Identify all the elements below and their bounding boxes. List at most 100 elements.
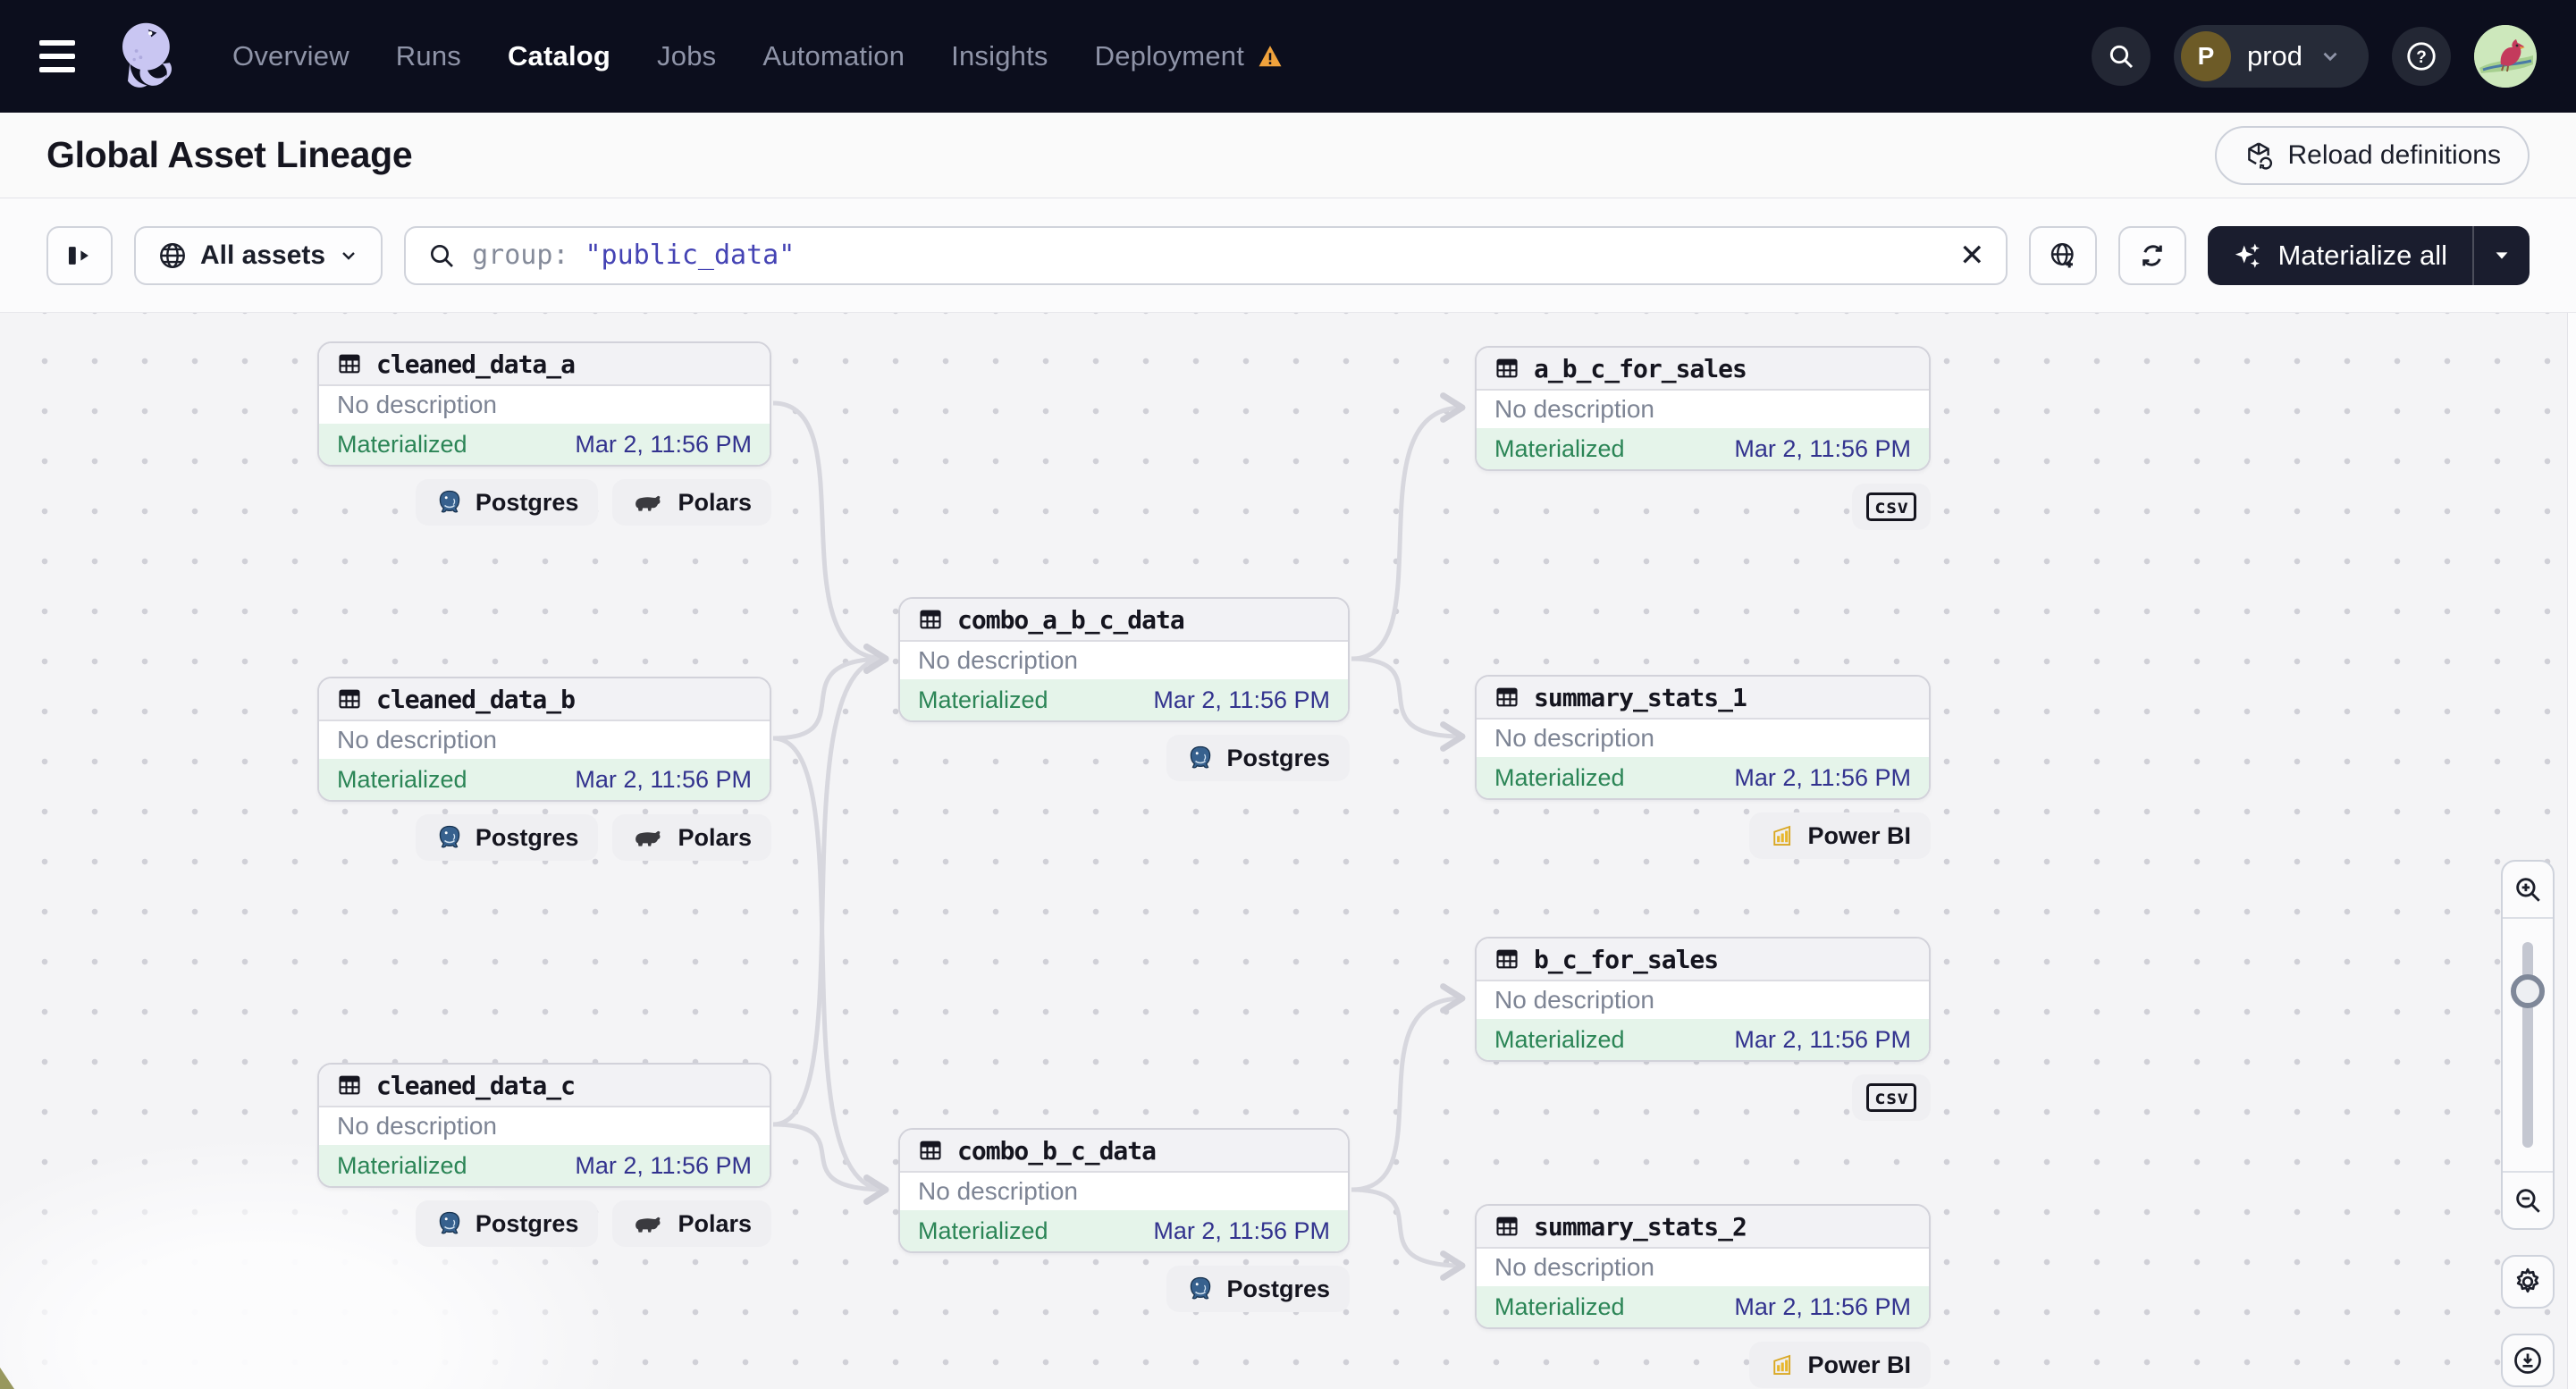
- asset-name: cleaned_data_b: [376, 685, 575, 714]
- dagster-logo-icon: [114, 19, 184, 94]
- asset-status: Materialized: [918, 1217, 1048, 1245]
- caret-down-icon: [2492, 246, 2512, 265]
- asset-timestamp[interactable]: Mar 2, 11:56 PM: [575, 1152, 752, 1180]
- asset-timestamp[interactable]: Mar 2, 11:56 PM: [1734, 764, 1911, 792]
- lineage-edge-cleaned_data_a-to-combo_a_b_c_data: [773, 403, 886, 659]
- zoom-out-button[interactable]: [2503, 1171, 2553, 1228]
- lineage-graph-canvas[interactable]: cleaned_data_aNo descriptionMaterialized…: [0, 313, 2576, 1389]
- asset-timestamp[interactable]: Mar 2, 11:56 PM: [1153, 1217, 1330, 1245]
- asset-node-combo_b_c_data[interactable]: combo_b_c_data No description Materialized…: [898, 1128, 1350, 1253]
- zoom-in-button[interactable]: [2503, 862, 2553, 919]
- refresh-button[interactable]: [2118, 226, 2186, 285]
- globe-icon: [157, 240, 188, 271]
- kind-tag-label: Postgres: [476, 489, 579, 517]
- nav-item-deployment[interactable]: Deployment: [1095, 40, 1284, 72]
- zoom-slider-thumb[interactable]: [2511, 974, 2545, 1008]
- nav-item-runs[interactable]: Runs: [396, 40, 461, 72]
- reload-definitions-button[interactable]: Reload definitions: [2215, 126, 2530, 185]
- materialize-options-button[interactable]: [2474, 226, 2530, 285]
- csv-icon: csv: [1866, 1083, 1916, 1112]
- reload-definitions-label: Reload definitions: [2288, 140, 2502, 171]
- help-button[interactable]: ?: [2392, 27, 2451, 86]
- nav-item-catalog[interactable]: Catalog: [508, 40, 610, 72]
- zoom-slider[interactable]: [2503, 919, 2553, 1171]
- asset-node-a_b_c_for_sales[interactable]: a_b_c_for_salesNo descriptionMaterialize…: [1475, 346, 1931, 471]
- search-query-value: "public_data": [585, 240, 795, 271]
- materialize-all-button[interactable]: Materialize all: [2208, 226, 2530, 285]
- asset-node-summary_stats_2[interactable]: summary_stats_2No descriptionMaterialize…: [1475, 1204, 1931, 1329]
- asset-status-row: MaterializedMar 2, 11:56 PM: [1477, 428, 1929, 469]
- kind-tag-postgres: Postgres: [1166, 1266, 1350, 1312]
- kind-tag-postgres: Postgres: [416, 1200, 599, 1247]
- asset-name: combo_b_c_data: [957, 1136, 1156, 1166]
- graph-settings-button[interactable]: [2501, 1255, 2555, 1309]
- asset-timestamp[interactable]: Mar 2, 11:56 PM: [575, 766, 752, 794]
- asset-timestamp[interactable]: Mar 2, 11:56 PM: [1734, 1293, 1911, 1321]
- nav-item-label: Runs: [396, 40, 461, 72]
- new-asset-group-button[interactable]: [2029, 226, 2097, 285]
- asset-description: No description: [900, 1173, 1348, 1210]
- lineage-edge-cleaned_data_b-to-combo_a_b_c_data: [773, 659, 886, 738]
- kind-tag-label: Postgres: [1226, 745, 1330, 772]
- page-header: Global Asset Lineage Reload definitions: [0, 113, 2576, 198]
- asset-status: Materialized: [337, 1152, 467, 1180]
- asset-name: cleaned_data_c: [376, 1071, 575, 1100]
- asset-kind-tags: csv: [1475, 1074, 1931, 1121]
- asset-node-header: cleaned_data_c: [319, 1065, 770, 1107]
- asset-kind-tags: Power BI: [1475, 1342, 1931, 1388]
- lineage-edge-cleaned_data_c-to-combo_a_b_c_data: [773, 659, 886, 1124]
- deployment-switcher[interactable]: P prod: [2174, 25, 2369, 88]
- asset-timestamp[interactable]: Mar 2, 11:56 PM: [1153, 686, 1330, 714]
- asset-description: No description: [900, 642, 1348, 679]
- download-image-button[interactable]: [2501, 1334, 2555, 1387]
- postgres-icon: [1186, 744, 1215, 772]
- asset-search-input[interactable]: group:"public_data" ✕: [404, 226, 2008, 285]
- csv-icon: csv: [1866, 492, 1916, 521]
- asset-node-header: a_b_c_for_sales: [1477, 348, 1929, 391]
- asset-description: No description: [1477, 720, 1929, 757]
- zoom-in-icon: [2513, 874, 2543, 905]
- toggle-sidebar-button[interactable]: [46, 226, 113, 285]
- nav-item-jobs[interactable]: Jobs: [657, 40, 716, 72]
- view-controls: [2501, 860, 2555, 1387]
- asset-name: a_b_c_for_sales: [1534, 354, 1747, 383]
- asset-status: Materialized: [918, 686, 1048, 714]
- kind-tag-power-bi: Power BI: [1749, 1342, 1931, 1388]
- table-icon: [918, 607, 943, 632]
- asset-kind-tags: Postgres Polars: [317, 1200, 771, 1247]
- kind-tag-polars: Polars: [612, 814, 771, 861]
- asset-description: No description: [319, 386, 770, 424]
- asset-node-cleaned_data_a[interactable]: cleaned_data_aNo descriptionMaterialized…: [317, 341, 771, 467]
- asset-timestamp[interactable]: Mar 2, 11:56 PM: [1734, 1026, 1911, 1054]
- refresh-icon: [2136, 240, 2168, 272]
- nav-item-label: Overview: [232, 40, 349, 72]
- kind-tag-csv: csv: [1852, 1074, 1931, 1121]
- asset-timestamp[interactable]: Mar 2, 11:56 PM: [1734, 435, 1911, 463]
- asset-node-header: summary_stats_1: [1477, 677, 1929, 720]
- asset-node-summary_stats_1[interactable]: summary_stats_1No descriptionMaterialize…: [1475, 675, 1931, 800]
- asset-node-cleaned_data_c[interactable]: cleaned_data_c No description Materialized…: [317, 1063, 771, 1188]
- asset-node-header: combo_a_b_c_data: [900, 599, 1348, 642]
- lineage-edge-combo_a_b_c_data-to-a_b_c_for_sales: [1351, 408, 1462, 659]
- lineage-edge-cleaned_data_b-to-combo_b_c_data: [773, 738, 886, 1190]
- nav-item-insights[interactable]: Insights: [951, 40, 1048, 72]
- hamburger-menu-icon[interactable]: [39, 31, 89, 81]
- user-avatar[interactable]: [2474, 25, 2537, 88]
- asset-scope-dropdown[interactable]: All assets: [134, 226, 383, 285]
- nav-item-automation[interactable]: Automation: [762, 40, 905, 72]
- asset-node-cleaned_data_b[interactable]: cleaned_data_b No description Materialized…: [317, 677, 771, 802]
- sparkles-icon: [2233, 240, 2263, 271]
- zoom-panel: [2501, 860, 2555, 1230]
- kind-tag-label: Polars: [678, 1210, 752, 1238]
- asset-node-b_c_for_sales[interactable]: b_c_for_salesNo descriptionMaterializedM…: [1475, 937, 1931, 1062]
- asset-node-combo_a_b_c_data[interactable]: combo_a_b_c_dataNo description Materializ…: [898, 597, 1350, 722]
- asset-timestamp[interactable]: Mar 2, 11:56 PM: [575, 431, 752, 459]
- global-search-button[interactable]: [2092, 27, 2151, 86]
- clear-search-button[interactable]: ✕: [1959, 238, 1985, 274]
- powerbi-icon: [1769, 1351, 1796, 1378]
- asset-description: No description: [319, 721, 770, 759]
- nav-item-overview[interactable]: Overview: [232, 40, 349, 72]
- zoom-slider-track[interactable]: [2522, 942, 2533, 1148]
- asset-status: Materialized: [337, 766, 467, 794]
- asset-description: No description: [319, 1107, 770, 1145]
